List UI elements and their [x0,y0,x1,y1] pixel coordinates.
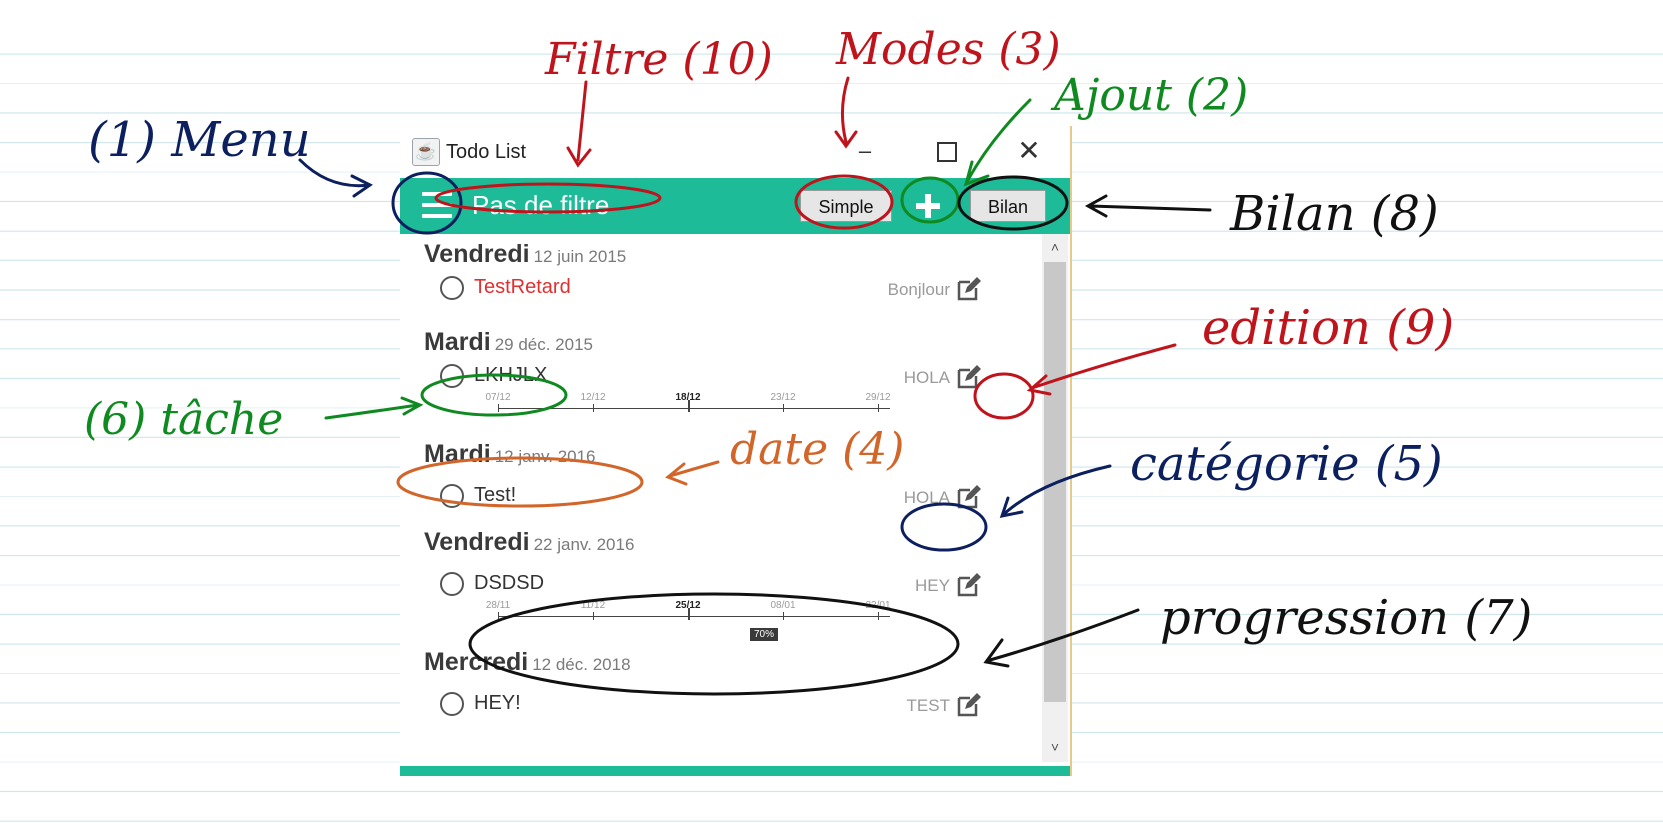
annotation-add: Ajout (2) [1054,70,1249,121]
progression-arrow [983,608,1140,668]
annotation-task: (6) tâche [84,394,284,445]
menu-circle [391,171,463,235]
annotation-bilan: Bilan (8) [1230,186,1439,242]
annotation-filter: Filtre (10) [545,34,773,85]
date-arrow [665,460,720,486]
annotation-category: catégorie (5) [1130,436,1443,492]
add-arrow [963,98,1032,187]
filter-oval [434,182,662,214]
date-oval [396,456,644,508]
annotation-menu: (1) Menu [88,112,311,168]
annotation-edition: edition (9) [1202,300,1455,356]
modes-oval [794,174,894,230]
task-arrow [324,396,424,420]
task-circle [420,373,568,417]
progression-oval [468,592,960,696]
modes-arrow [834,76,858,149]
category-arrow [999,464,1112,518]
category-oval [900,502,988,552]
edition-circle [973,372,1035,420]
bilan-circle [957,175,1069,231]
filter-arrow [566,80,592,168]
edition-arrow [1026,343,1177,396]
annotation-progression: progression (7) [1160,590,1533,646]
annotation-date: date (4) [730,424,905,475]
add-circle [900,176,960,224]
bilan-arrow [1084,194,1212,218]
annotation-modes: Modes (3) [836,24,1061,75]
